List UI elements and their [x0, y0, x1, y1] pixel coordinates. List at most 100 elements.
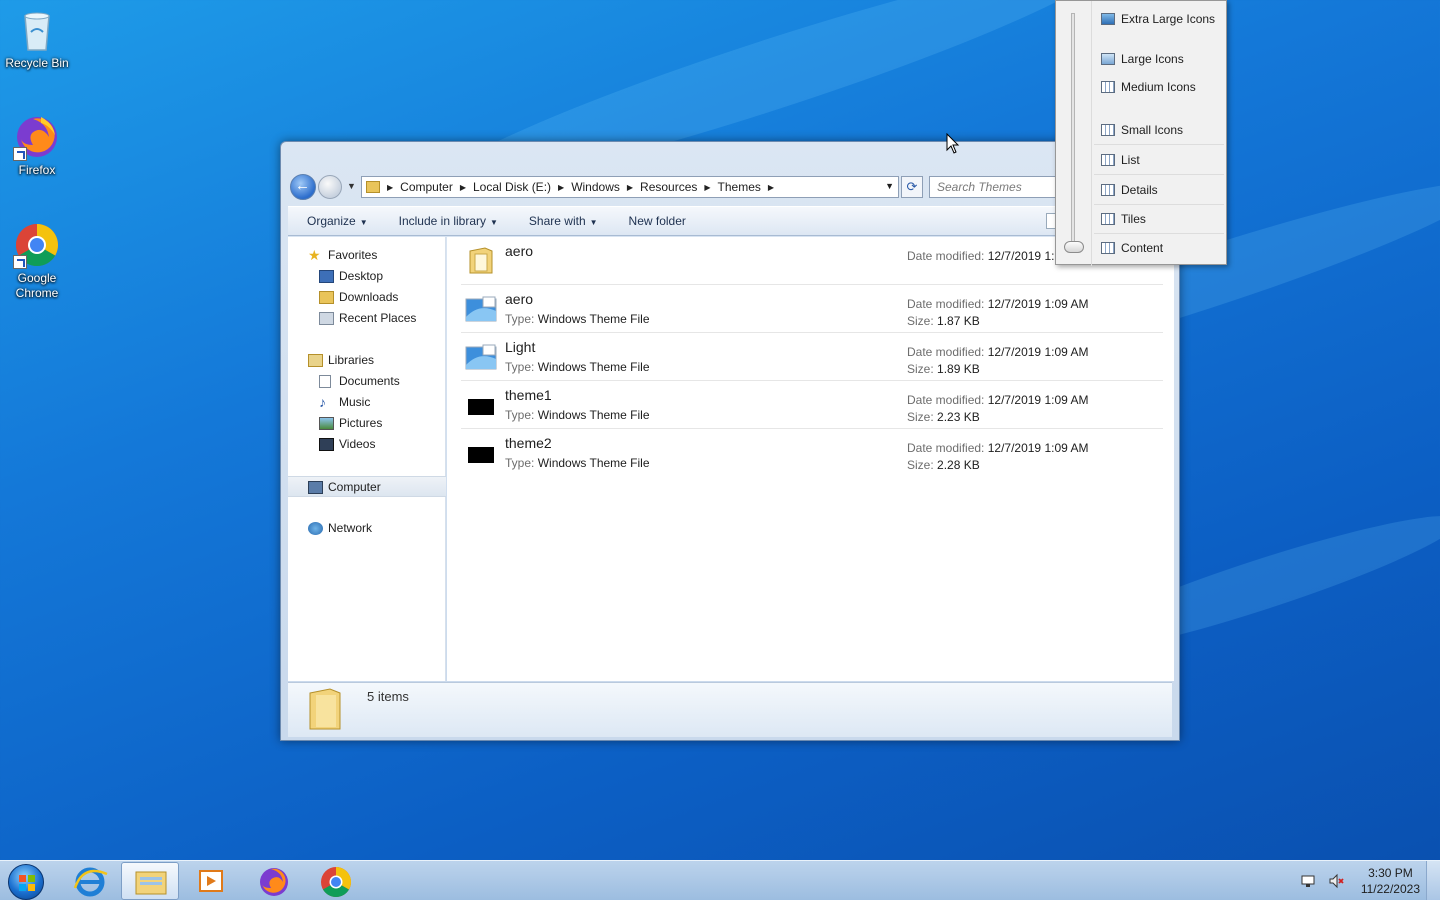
- date-modified-label: Date modified:: [907, 345, 985, 359]
- breadcrumb-windows[interactable]: Windows: [567, 180, 624, 194]
- back-button[interactable]: [290, 174, 316, 200]
- details-view-icon: [1101, 184, 1115, 196]
- network-status-icon[interactable]: [1300, 873, 1316, 889]
- volume-muted-icon[interactable]: [1328, 873, 1344, 889]
- desktop-icon-recycle-bin[interactable]: Recycle Bin: [0, 6, 75, 71]
- clock-time: 3:30 PM: [1368, 866, 1413, 880]
- include-in-library-label: Include in library: [398, 214, 486, 228]
- nav-label: Network: [328, 521, 373, 535]
- menu-separator: [1094, 204, 1224, 205]
- taskbar-media-player[interactable]: [182, 862, 240, 900]
- size-label: Size:: [907, 410, 934, 424]
- folder-icon: [306, 687, 344, 731]
- large-icons-icon: [1101, 53, 1115, 65]
- recent-pages-dropdown[interactable]: ▼: [347, 181, 356, 191]
- desktop-icon-google-chrome[interactable]: Google Chrome: [0, 221, 75, 301]
- nav-label: Documents: [339, 374, 400, 388]
- nav-item-computer[interactable]: Computer: [288, 476, 446, 497]
- menu-item-extra-large-icons[interactable]: Extra Large Icons: [1094, 8, 1224, 30]
- file-name: theme2: [505, 435, 552, 451]
- date-value: 12/7/2019 1:09 AM: [987, 345, 1089, 359]
- list-item[interactable]: Light Type: Windows Theme File Date modi…: [461, 333, 1163, 381]
- nav-item-pictures[interactable]: Pictures: [288, 413, 446, 434]
- windows-explorer-icon: [135, 871, 167, 895]
- size-label: Size:: [907, 458, 934, 472]
- forward-button[interactable]: [318, 175, 342, 199]
- taskbar-google-chrome[interactable]: [307, 862, 365, 900]
- view-slider-thumb[interactable]: [1064, 241, 1084, 253]
- nav-item-recent-places[interactable]: Recent Places: [288, 308, 446, 329]
- taskbar-internet-explorer[interactable]: [61, 862, 119, 900]
- nav-label: Pictures: [339, 416, 383, 430]
- include-in-library-button[interactable]: Include in library ▼: [380, 214, 510, 228]
- menu-item-list[interactable]: List: [1094, 149, 1224, 171]
- theme-file-icon: [465, 293, 497, 325]
- menu-item-small-icons[interactable]: Small Icons: [1094, 119, 1224, 141]
- chevron-right-icon[interactable]: ▶: [701, 183, 713, 192]
- view-slider-track[interactable]: [1071, 13, 1075, 253]
- file-size: Size: 1.87 KB: [907, 314, 980, 328]
- menu-item-label: Large Icons: [1121, 52, 1184, 66]
- nav-item-music[interactable]: ♪ Music: [288, 392, 446, 413]
- recycle-bin-icon: [13, 6, 61, 54]
- taskbar-windows-explorer[interactable]: [121, 862, 179, 900]
- breadcrumb-local-disk[interactable]: Local Disk (E:): [469, 180, 555, 194]
- chevron-right-icon[interactable]: ▶: [457, 183, 469, 192]
- list-item[interactable]: theme1 Type: Windows Theme File Date mod…: [461, 381, 1163, 429]
- taskbar-firefox[interactable]: [245, 862, 303, 900]
- date-value: 12/7/2019 1:5: [987, 249, 1062, 263]
- nav-item-documents[interactable]: Documents: [288, 371, 446, 392]
- file-date: Date modified: 12/7/2019 1:09 AM: [907, 345, 1088, 359]
- explorer-window[interactable]: ▼ ▶ Computer ▶ Local Disk (E:) ▶ Windows…: [280, 141, 1180, 741]
- clock-date: 11/22/2023: [1360, 882, 1420, 896]
- date-value: 12/7/2019 1:09 AM: [987, 297, 1089, 311]
- chevron-down-icon[interactable]: ▼: [885, 181, 894, 191]
- navigation-pane: ★ Favorites Desktop Downloads Recent Pla…: [288, 237, 446, 681]
- address-bar[interactable]: ▶ Computer ▶ Local Disk (E:) ▶ Windows ▶…: [361, 176, 899, 198]
- chevron-right-icon[interactable]: ▶: [765, 183, 777, 192]
- downloads-folder-icon: [319, 291, 334, 304]
- menu-item-medium-icons[interactable]: Medium Icons: [1094, 76, 1224, 98]
- nav-item-downloads[interactable]: Downloads: [288, 287, 446, 308]
- nav-label: Desktop: [339, 269, 384, 283]
- file-type: Type: Windows Theme File: [505, 312, 650, 326]
- chevron-right-icon[interactable]: ▶: [555, 183, 567, 192]
- menu-item-details[interactable]: Details: [1094, 179, 1224, 201]
- menu-item-large-icons[interactable]: Large Icons: [1094, 48, 1224, 70]
- breadcrumb-themes[interactable]: Themes: [714, 180, 765, 194]
- file-size: Size: 2.28 KB: [907, 458, 980, 472]
- start-button[interactable]: [8, 864, 44, 900]
- list-item[interactable]: aero Type: Windows Theme File Date modif…: [461, 285, 1163, 333]
- file-date: Date modified: 12/7/2019 1:5: [907, 249, 1061, 263]
- list-item[interactable]: theme2 Type: Windows Theme File Date mod…: [461, 429, 1163, 477]
- view-menu[interactable]: Extra Large Icons Large Icons Medium Ico…: [1055, 0, 1227, 266]
- date-modified-label: Date modified:: [907, 393, 985, 407]
- breadcrumb-resources[interactable]: Resources: [636, 180, 701, 194]
- type-value: Windows Theme File: [537, 408, 650, 422]
- nav-label: Videos: [339, 437, 376, 451]
- nav-item-videos[interactable]: Videos: [288, 434, 446, 455]
- theme-file-icon: [465, 437, 497, 469]
- folder-icon: [366, 181, 380, 193]
- pictures-icon: [319, 417, 334, 430]
- type-label: Type:: [505, 360, 535, 374]
- organize-button[interactable]: Organize ▼: [288, 214, 380, 228]
- chevron-right-icon[interactable]: ▶: [624, 183, 636, 192]
- chevron-right-icon[interactable]: ▶: [384, 183, 396, 192]
- share-with-button[interactable]: Share with ▼: [510, 214, 610, 228]
- show-desktop-button[interactable]: [1426, 861, 1440, 900]
- nav-item-favorites[interactable]: ★ Favorites: [288, 245, 446, 266]
- breadcrumb-computer[interactable]: Computer: [396, 180, 457, 194]
- refresh-button[interactable]: ⟳: [901, 176, 923, 198]
- new-folder-button[interactable]: New folder: [610, 214, 698, 228]
- chevron-down-icon: ▼: [589, 218, 598, 227]
- menu-item-tiles[interactable]: Tiles: [1094, 208, 1224, 230]
- desktop-icon-firefox[interactable]: Firefox: [0, 113, 75, 178]
- menu-item-content[interactable]: Content: [1094, 237, 1224, 259]
- documents-icon: [319, 375, 331, 388]
- nav-item-libraries[interactable]: Libraries: [288, 350, 446, 371]
- nav-item-desktop[interactable]: Desktop: [288, 266, 446, 287]
- clock[interactable]: 3:30 PM 11/22/2023: [1361, 865, 1420, 897]
- nav-item-network[interactable]: Network: [288, 518, 446, 539]
- shortcut-arrow-icon: [13, 147, 27, 161]
